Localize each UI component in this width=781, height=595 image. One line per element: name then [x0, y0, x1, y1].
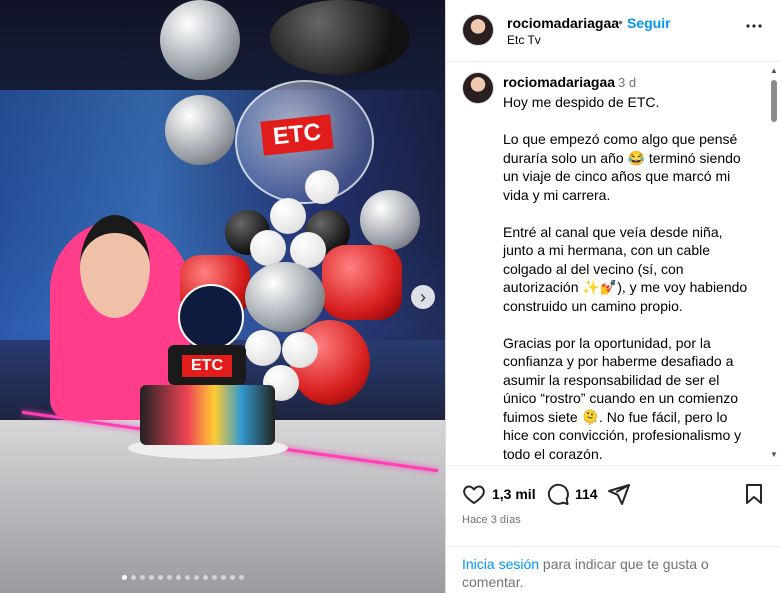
caption-avatar[interactable]	[462, 72, 494, 104]
header-username[interactable]: rociomadariagaa	[507, 15, 619, 31]
like-heart-icon[interactable]	[462, 482, 486, 511]
carousel-dot	[185, 575, 190, 580]
carousel-indicator	[122, 575, 244, 583]
caption-username[interactable]: rociomadariagaa	[503, 74, 615, 90]
balloon-silver	[160, 0, 240, 80]
caption-paragraph: Hoy me despido de ETC.	[503, 94, 660, 110]
more-dots-svg	[746, 24, 762, 28]
person-head	[80, 215, 150, 318]
balloon-black	[270, 0, 410, 75]
scroll-up-arrow-icon[interactable]: ▲	[770, 66, 778, 75]
balloon-silver	[360, 190, 420, 250]
scrollbar-thumb[interactable]	[771, 80, 777, 122]
post-photo[interactable]: ETC ETC ›	[0, 0, 445, 593]
likes-count[interactable]: 1,3 mil	[492, 486, 536, 502]
login-link[interactable]: Inicia sesión	[462, 556, 539, 572]
carousel-dot	[230, 575, 235, 580]
balloon-white	[250, 230, 286, 266]
bookmark-svg	[746, 484, 762, 504]
carousel-dot	[239, 575, 244, 580]
avatar[interactable]	[462, 14, 494, 46]
comment-svg	[547, 483, 569, 505]
balloon-white	[270, 198, 306, 234]
birthday-cake: ETC	[128, 345, 288, 460]
post-date[interactable]: Hace 3 días	[462, 514, 521, 526]
comment-bubble-icon[interactable]	[546, 482, 570, 511]
scroll-down-arrow-icon[interactable]: ▼	[770, 450, 778, 459]
anniversary-sign	[178, 284, 244, 350]
caption-time[interactable]: 3 d	[618, 75, 636, 90]
carousel-dot	[131, 575, 136, 580]
etc-logo: ETC	[260, 114, 334, 156]
location-label[interactable]: Etc Tv	[507, 33, 541, 47]
carousel-dot	[140, 575, 145, 580]
carousel-dot	[149, 575, 154, 580]
heart-svg	[463, 485, 485, 504]
caption-text: Hoy me despido de ETC. Lo que empezó com…	[503, 93, 753, 464]
share-svg	[608, 484, 630, 505]
cake-logo: ETC	[182, 355, 232, 377]
comments-count[interactable]: 114	[575, 486, 598, 502]
caption-paragraph: Gracias por la oportunidad, por la confi…	[503, 334, 742, 462]
post-header: rociomadariagaa • Seguir Etc Tv	[446, 0, 781, 62]
follow-button[interactable]: Seguir	[627, 15, 671, 31]
login-prompt: Inicia sesión para indicar que te gusta …	[446, 546, 781, 595]
post-actions: 1,3 mil 114 Hace 3 días Inicia sesión pa…	[446, 465, 781, 594]
carousel-dot	[122, 575, 127, 580]
share-paper-plane-icon[interactable]	[607, 482, 631, 511]
balloon-silver	[245, 262, 325, 332]
save-bookmark-icon[interactable]	[742, 482, 766, 511]
separator-dot: •	[618, 14, 623, 30]
carousel-dot	[221, 575, 226, 580]
comments-area[interactable]: rociomadariagaa 3 d Hoy me despido de ET…	[446, 62, 781, 464]
carousel-dot	[194, 575, 199, 580]
more-options-icon[interactable]	[742, 14, 766, 38]
post-sidebar: rociomadariagaa • Seguir Etc Tv rociomad…	[445, 0, 781, 593]
carousel-dot	[176, 575, 181, 580]
balloon-white	[305, 170, 339, 204]
caption-paragraph: Entré al canal que veía desde niña, junt…	[503, 223, 748, 314]
caption-paragraph: Lo que empezó como algo que pensé durarí…	[503, 131, 741, 203]
next-image-button[interactable]: ›	[411, 285, 435, 309]
comments-scrollbar[interactable]: ▲ ▼	[768, 62, 780, 464]
login-text: Inicia sesión para indicar que te gusta …	[462, 555, 732, 591]
carousel-dot	[167, 575, 172, 580]
carousel-dot	[203, 575, 208, 580]
balloon-white	[282, 332, 318, 368]
balloon-silver	[165, 95, 235, 165]
star-balloon-red	[322, 245, 402, 320]
carousel-dot	[212, 575, 217, 580]
cake-bottom-tier	[140, 385, 275, 445]
carousel-dot	[158, 575, 163, 580]
